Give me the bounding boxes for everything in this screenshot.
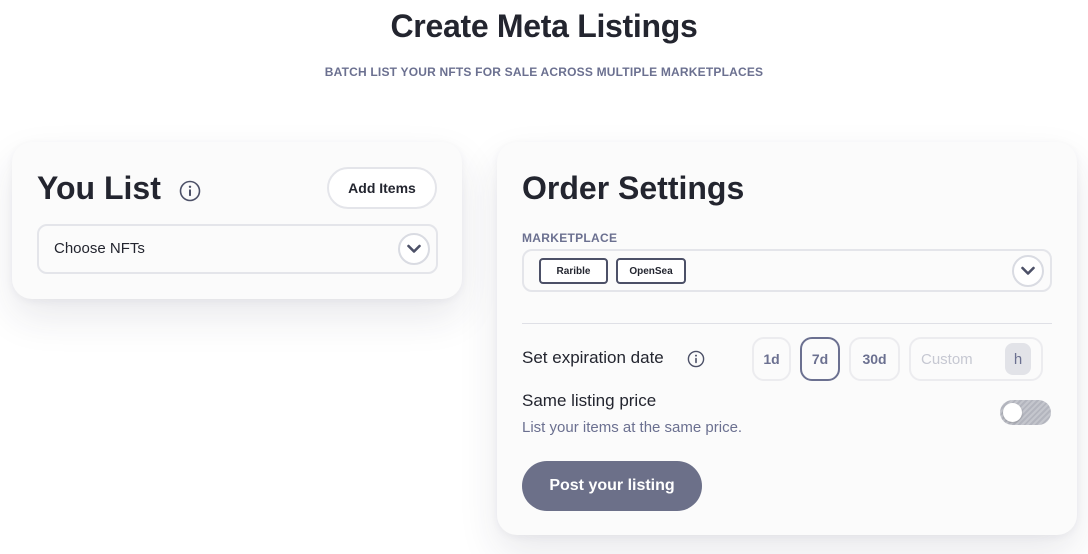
page-title: Create Meta Listings: [390, 8, 698, 44]
custom-duration-field: h: [909, 337, 1043, 381]
you-list-card: You List Add Items Choose NFTs: [12, 142, 462, 299]
duration-7d-button[interactable]: 7d: [800, 337, 840, 381]
same-price-toggle[interactable]: [1000, 400, 1051, 425]
duration-30d-button[interactable]: 30d: [849, 337, 900, 381]
divider: [522, 323, 1052, 324]
hours-unit: h: [1005, 343, 1031, 375]
info-icon[interactable]: [687, 350, 705, 368]
post-listing-button[interactable]: Post your listing: [522, 461, 702, 511]
page-subtitle: BATCH LIST YOUR NFTS FOR SALE ACROSS MUL…: [324, 65, 764, 79]
choose-nfts-select[interactable]: Choose NFTs: [37, 224, 438, 274]
chevron-down-icon[interactable]: [398, 233, 430, 265]
add-items-button[interactable]: Add Items: [327, 167, 437, 209]
duration-1d-button[interactable]: 1d: [752, 337, 791, 381]
expiration-label: Set expiration date: [522, 348, 664, 367]
toggle-knob: [1003, 403, 1022, 422]
marketplace-select[interactable]: Rarible OpenSea: [522, 249, 1052, 292]
info-icon[interactable]: [179, 180, 201, 202]
choose-nfts-label: Choose NFTs: [54, 240, 145, 257]
same-price-label: Same listing price: [522, 391, 657, 410]
custom-duration-input[interactable]: [921, 349, 1003, 369]
chevron-down-icon[interactable]: [1012, 255, 1044, 287]
you-list-title: You List: [37, 170, 161, 206]
marketplace-chip-rarible[interactable]: Rarible: [539, 258, 608, 284]
order-settings-title: Order Settings: [522, 170, 745, 206]
order-settings-card: Order Settings MARKETPLACE Rarible OpenS…: [497, 142, 1077, 535]
marketplace-chip-opensea[interactable]: OpenSea: [616, 258, 686, 284]
same-price-description: List your items at the same price.: [522, 419, 743, 436]
marketplace-label: MARKETPLACE: [522, 231, 618, 245]
